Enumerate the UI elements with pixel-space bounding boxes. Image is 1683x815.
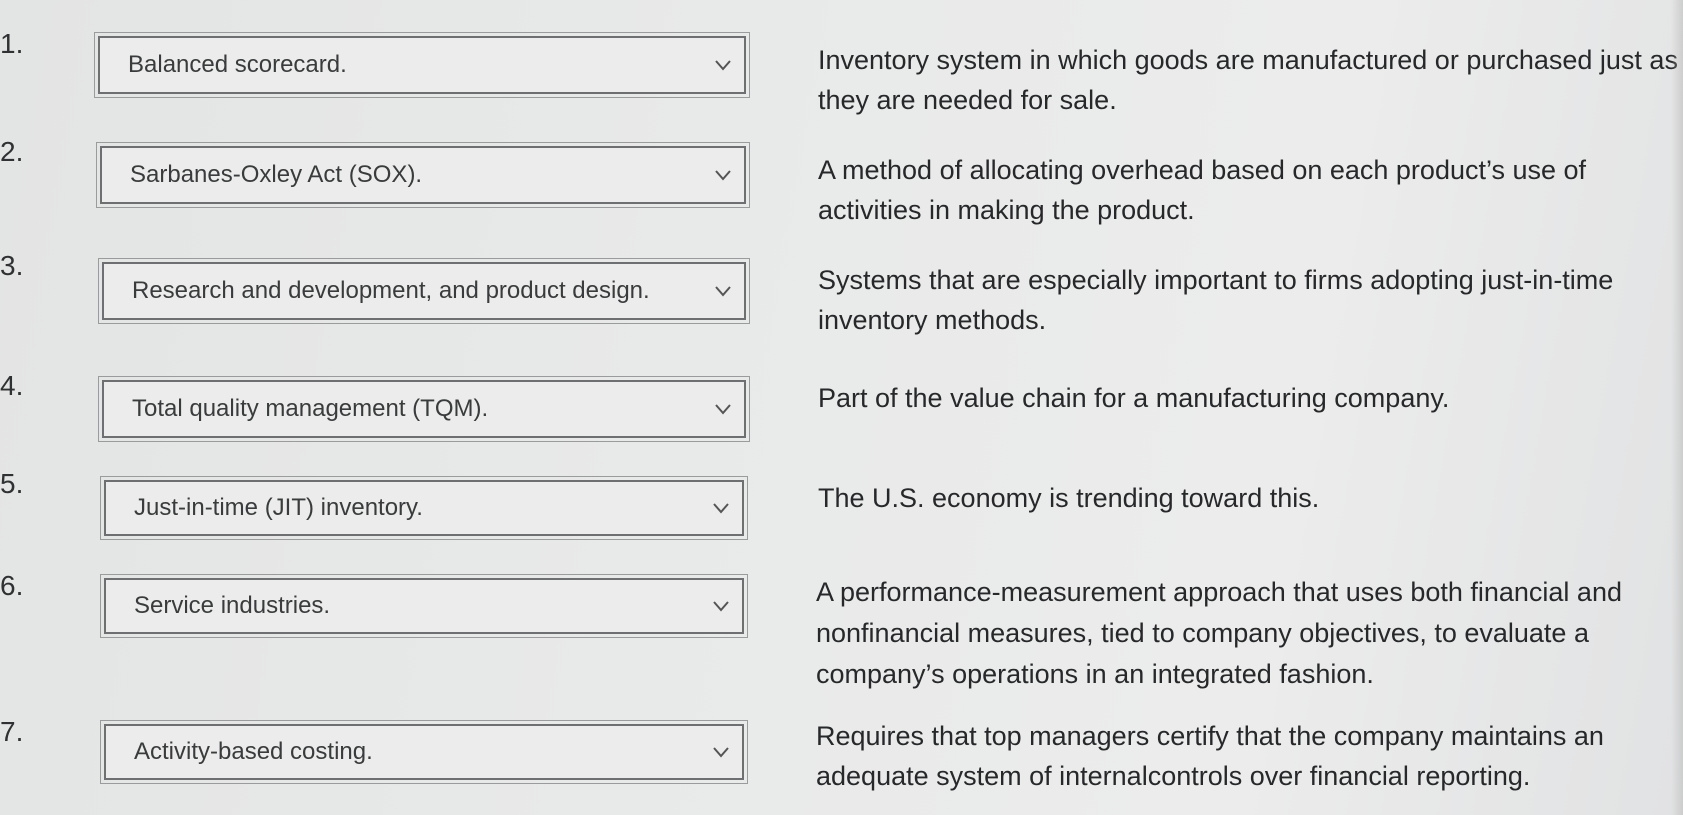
answer-dropdown[interactable]: Activity-based costing. — [100, 720, 748, 784]
chevron-down-icon — [715, 404, 731, 415]
description-text: Part of the value chain for a manufactur… — [818, 383, 1450, 413]
item-number: 6. — [0, 570, 24, 601]
answer-dropdown[interactable]: Balanced scorecard. — [94, 32, 750, 98]
description-text: A method of allocating overhead based on… — [818, 155, 1587, 225]
chevron-down-icon — [715, 286, 731, 297]
chevron-down-icon — [713, 747, 729, 758]
dropdown-selected-value: Sarbanes-Oxley Act (SOX). — [130, 161, 423, 188]
item-number: 7. — [0, 716, 24, 747]
description-text: The U.S. economy is trending toward this… — [818, 483, 1320, 513]
answer-dropdown[interactable]: Research and development, and product de… — [98, 258, 750, 324]
answer-dropdown[interactable]: Just-in-time (JIT) inventory. — [100, 476, 748, 540]
item-number: 1. — [0, 28, 24, 59]
description-text: A performance-measurement approach that … — [816, 577, 1622, 689]
dropdown-selected-value: Service industries. — [134, 592, 331, 619]
chevron-down-icon — [715, 170, 731, 181]
description-text: Inventory system in which goods are manu… — [818, 45, 1678, 115]
answer-dropdown[interactable]: Total quality management (TQM). — [98, 376, 750, 442]
dropdown-selected-value: Total quality management (TQM). — [132, 395, 489, 422]
dropdown-selected-value: Just-in-time (JIT) inventory. — [134, 494, 423, 521]
description-text: Systems that are especially important to… — [818, 265, 1614, 335]
chevron-down-icon — [715, 60, 731, 71]
item-number: 3. — [0, 250, 24, 281]
item-number: 4. — [0, 370, 24, 401]
chevron-down-icon — [713, 503, 729, 514]
dropdown-selected-value: Activity-based costing. — [134, 738, 373, 765]
dropdown-selected-value: Balanced scorecard. — [128, 51, 347, 78]
item-number: 2. — [0, 136, 24, 167]
answer-dropdown[interactable]: Sarbanes-Oxley Act (SOX). — [96, 142, 750, 208]
dropdown-selected-value: Research and development, and product de… — [132, 277, 650, 304]
description-text: Requires that top managers certify that … — [816, 721, 1604, 791]
answer-dropdown[interactable]: Service industries. — [100, 574, 748, 638]
screen-edge — [1671, 0, 1683, 815]
chevron-down-icon — [713, 601, 729, 612]
item-number: 5. — [0, 468, 24, 499]
